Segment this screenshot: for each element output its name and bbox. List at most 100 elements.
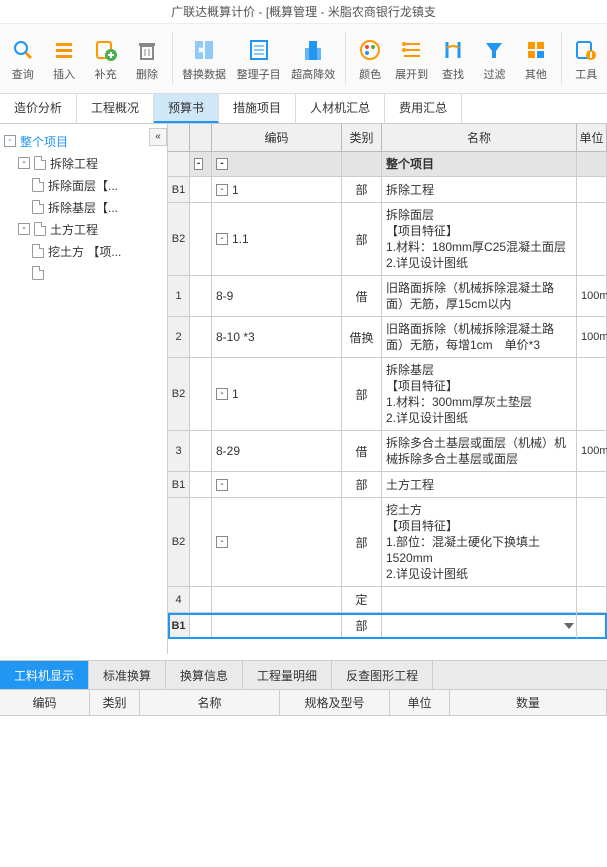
cell-unit[interactable]: 100m xyxy=(577,431,607,471)
cell-name[interactable]: 拆除多合土基层或面层（机械）机械拆除多合土基层或面层 xyxy=(382,431,577,471)
cell-code[interactable]: - xyxy=(212,472,342,497)
cell-unit[interactable] xyxy=(577,358,607,430)
dropdown-arrow-icon[interactable] xyxy=(564,623,574,629)
toolbar-trash-button[interactable]: 删除 xyxy=(126,24,167,93)
cell-unit[interactable] xyxy=(577,587,607,612)
cell-category[interactable]: 部 xyxy=(342,498,382,586)
grid-row[interactable]: B2-1.1部拆除面层 【项目特征】 1.材料：180mm厚C25混凝土面层 2… xyxy=(168,203,607,276)
expand-icon[interactable]: - xyxy=(18,157,30,169)
tree-leaf-empty[interactable] xyxy=(0,262,167,284)
toolbar-search-button[interactable]: 查询 xyxy=(2,24,43,93)
cell-code[interactable] xyxy=(212,587,342,612)
grid-row[interactable]: B1-部土方工程 xyxy=(168,472,607,498)
tab-2[interactable]: 预算书 xyxy=(154,94,219,123)
expand-icon[interactable]: - xyxy=(4,135,16,147)
tree-root[interactable]: -整个项目 xyxy=(0,130,167,152)
detail-header-cat[interactable]: 类别 xyxy=(90,690,140,715)
cell-name[interactable]: 挖土方 【项目特征】 1.部位：混凝土硬化下换填土1520mm 2.详见设计图纸 xyxy=(382,498,577,586)
cell-unit[interactable] xyxy=(577,203,607,275)
grid-row[interactable]: B1部 xyxy=(168,613,607,639)
row-expand-icon[interactable]: - xyxy=(216,233,228,245)
detail-tab-4[interactable]: 反查图形工程 xyxy=(332,661,433,689)
cell-unit[interactable] xyxy=(577,613,607,638)
toolbar-building-button[interactable]: 超高降效 xyxy=(286,24,341,93)
tree-leaf[interactable]: 拆除面层【... xyxy=(0,174,167,196)
cell-code[interactable]: -1 xyxy=(212,358,342,430)
row-expand-icon[interactable]: - xyxy=(194,158,203,170)
tree-collapse-button[interactable]: « xyxy=(149,128,167,146)
cell-category[interactable] xyxy=(342,152,382,176)
tab-5[interactable]: 费用汇总 xyxy=(385,94,462,123)
cell-category[interactable]: 部 xyxy=(342,472,382,497)
tree-folder[interactable]: -土方工程 xyxy=(0,218,167,240)
detail-tab-3[interactable]: 工程量明细 xyxy=(243,661,332,689)
toolbar-palette-button[interactable]: 颜色 xyxy=(349,24,390,93)
cell-code[interactable]: -1 xyxy=(212,177,342,202)
cell-category[interactable]: 借 xyxy=(342,431,382,471)
toolbar-expand-button[interactable]: 展开到 xyxy=(391,24,432,93)
grid-row[interactable]: 28-10 *3借换旧路面拆除（机械拆除混凝土路面）无筋，每增1cm 单价*31… xyxy=(168,317,607,358)
cell-unit[interactable] xyxy=(577,498,607,586)
cell-code[interactable]: 8-10 *3 xyxy=(212,317,342,357)
tab-0[interactable]: 造价分析 xyxy=(0,94,77,123)
row-expand-icon[interactable]: - xyxy=(216,184,228,196)
toolbar-tool-button[interactable]: 工具 xyxy=(566,24,607,93)
grid-header-name[interactable]: 名称 xyxy=(382,124,577,151)
cell-unit[interactable] xyxy=(577,152,607,176)
detail-header-unit[interactable]: 单位 xyxy=(390,690,450,715)
cell-name[interactable]: 拆除基层 【项目特征】 1.材料：300mm厚灰土垫层 2.详见设计图纸 xyxy=(382,358,577,430)
toolbar-plus-button[interactable]: 补充 xyxy=(85,24,126,93)
grid-row[interactable]: 18-9借旧路面拆除（机械拆除混凝土路面）无筋，厚15cm以内100m xyxy=(168,276,607,317)
detail-header-code[interactable]: 编码 xyxy=(0,690,90,715)
toolbar-find-button[interactable]: 查找 xyxy=(432,24,473,93)
cell-code[interactable]: 8-29 xyxy=(212,431,342,471)
cell-category[interactable]: 借换 xyxy=(342,317,382,357)
grid-row[interactable]: 4定 xyxy=(168,587,607,613)
cell-name[interactable] xyxy=(382,613,577,638)
cell-code[interactable]: - xyxy=(212,152,342,176)
tab-3[interactable]: 措施项目 xyxy=(219,94,296,123)
toolbar-filter-button[interactable]: 过滤 xyxy=(474,24,515,93)
detail-header-name[interactable]: 名称 xyxy=(140,690,280,715)
cell-unit[interactable]: 100m xyxy=(577,276,607,316)
tab-4[interactable]: 人材机汇总 xyxy=(296,94,385,123)
detail-header-qty[interactable]: 数量 xyxy=(450,690,607,715)
tree-leaf[interactable]: 挖土方 【项... xyxy=(0,240,167,262)
cell-category[interactable]: 借 xyxy=(342,276,382,316)
row-expand-icon[interactable]: - xyxy=(216,536,228,548)
detail-tab-0[interactable]: 工料机显示 xyxy=(0,661,89,689)
grid-row[interactable]: B2-1部拆除基层 【项目特征】 1.材料：300mm厚灰土垫层 2.详见设计图… xyxy=(168,358,607,431)
cell-unit[interactable]: 100m xyxy=(577,317,607,357)
cell-name[interactable]: 拆除工程 xyxy=(382,177,577,202)
tree-leaf[interactable]: 拆除基层【... xyxy=(0,196,167,218)
cell-category[interactable]: 定 xyxy=(342,587,382,612)
cell-unit[interactable] xyxy=(577,472,607,497)
cell-unit[interactable] xyxy=(577,177,607,202)
row-expand-icon[interactable]: - xyxy=(216,158,228,170)
cell-name[interactable]: 旧路面拆除（机械拆除混凝土路面）无筋，厚15cm以内 xyxy=(382,276,577,316)
detail-header-spec[interactable]: 规格及型号 xyxy=(280,690,390,715)
toolbar-list-button[interactable]: 整理子目 xyxy=(231,24,286,93)
tree-folder[interactable]: -拆除工程 xyxy=(0,152,167,174)
cell-name[interactable] xyxy=(382,587,577,612)
cell-name[interactable]: 拆除面层 【项目特征】 1.材料：180mm厚C25混凝土面层 2.详见设计图纸 xyxy=(382,203,577,275)
cell-code[interactable] xyxy=(212,613,342,638)
row-expand-icon[interactable]: - xyxy=(216,388,228,400)
cell-category[interactable]: 部 xyxy=(342,203,382,275)
grid-row[interactable]: 38-29借拆除多合土基层或面层（机械）机械拆除多合土基层或面层100m xyxy=(168,431,607,472)
grid-header-cat[interactable]: 类别 xyxy=(342,124,382,151)
cell-name[interactable]: 土方工程 xyxy=(382,472,577,497)
cell-category[interactable]: 部 xyxy=(342,613,382,638)
row-expand-icon[interactable]: - xyxy=(216,479,228,491)
grid-row[interactable]: B1-1部拆除工程 xyxy=(168,177,607,203)
cell-code[interactable]: 8-9 xyxy=(212,276,342,316)
cell-category[interactable]: 部 xyxy=(342,358,382,430)
expand-icon[interactable]: - xyxy=(18,223,30,235)
grid-row[interactable]: - - 整个项目 xyxy=(168,152,607,177)
toolbar-grid-button[interactable]: 其他 xyxy=(515,24,556,93)
cell-code[interactable]: - xyxy=(212,498,342,586)
tab-1[interactable]: 工程概况 xyxy=(77,94,154,123)
cell-name[interactable]: 整个项目 xyxy=(382,152,577,176)
cell-name[interactable]: 旧路面拆除（机械拆除混凝土路面）无筋，每增1cm 单价*3 xyxy=(382,317,577,357)
grid-row[interactable]: B2-部挖土方 【项目特征】 1.部位：混凝土硬化下换填土1520mm 2.详见… xyxy=(168,498,607,587)
